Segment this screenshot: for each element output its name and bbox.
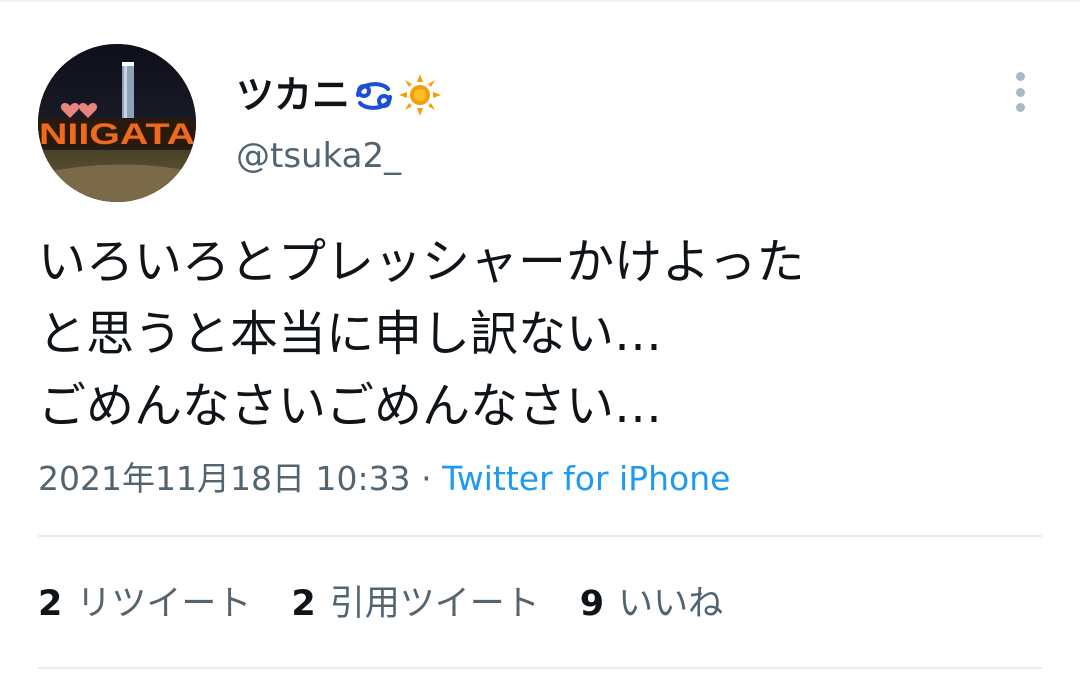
quote-tweets-label: 引用ツイート [329, 584, 540, 624]
likes-stat[interactable]: 9 いいね [580, 580, 723, 628]
quote-tweets-stat[interactable]: 2 引用ツイート [291, 580, 539, 628]
retweets-count: 2 [38, 584, 63, 624]
tweet-detail: NIIGATA ツカニ @tsuka2_ いろいろとプレッシャーかけよった と思… [0, 0, 1080, 683]
tweet-timestamp[interactable]: 2021年11月18日 10:33 [38, 459, 411, 498]
tweet-stats: 2 リツイート 2 引用ツイート 9 いいね [38, 580, 763, 628]
avatar[interactable]: NIIGATA [38, 44, 196, 202]
tweet-source-link[interactable]: Twitter for iPhone [442, 459, 730, 498]
user-handle[interactable]: @tsuka2_ [236, 134, 401, 178]
display-name-row[interactable]: ツカニ [236, 72, 442, 118]
sun-icon [399, 74, 442, 116]
likes-label: いいね [618, 584, 724, 624]
more-dot-icon [1015, 87, 1025, 97]
tweet-text-line: ごめんなさいごめんなさい… [38, 378, 663, 434]
tweet-text-line: と思うと本当に申し訳ない… [38, 306, 663, 362]
more-dot-icon [1015, 72, 1025, 81]
retweets-label: リツイート [76, 584, 252, 624]
more-options-button[interactable] [1000, 68, 1040, 116]
avatar-image: NIIGATA [38, 44, 196, 202]
retweets-stat[interactable]: 2 リツイート [38, 580, 251, 628]
likes-count: 9 [579, 584, 605, 624]
avatar-sign-text: NIIGATA [39, 118, 195, 151]
quote-tweets-count: 2 [291, 584, 316, 624]
meta-separator: · [421, 459, 432, 498]
top-divider [0, 0, 1080, 2]
tweet-text: いろいろとプレッシャーかけよった と思うと本当に申し訳ない… ごめんなさいごめん… [38, 226, 1038, 442]
divider [38, 535, 1042, 537]
display-name[interactable]: ツカニ [236, 72, 350, 118]
tweet-text-line: いろいろとプレッシャーかけよった [38, 234, 805, 290]
divider [38, 667, 1042, 669]
tweet-meta: 2021年11月18日 10:33 · Twitter for iPhone [38, 457, 730, 501]
cancer-zodiac-icon [356, 82, 393, 110]
more-dot-icon [1015, 103, 1025, 112]
